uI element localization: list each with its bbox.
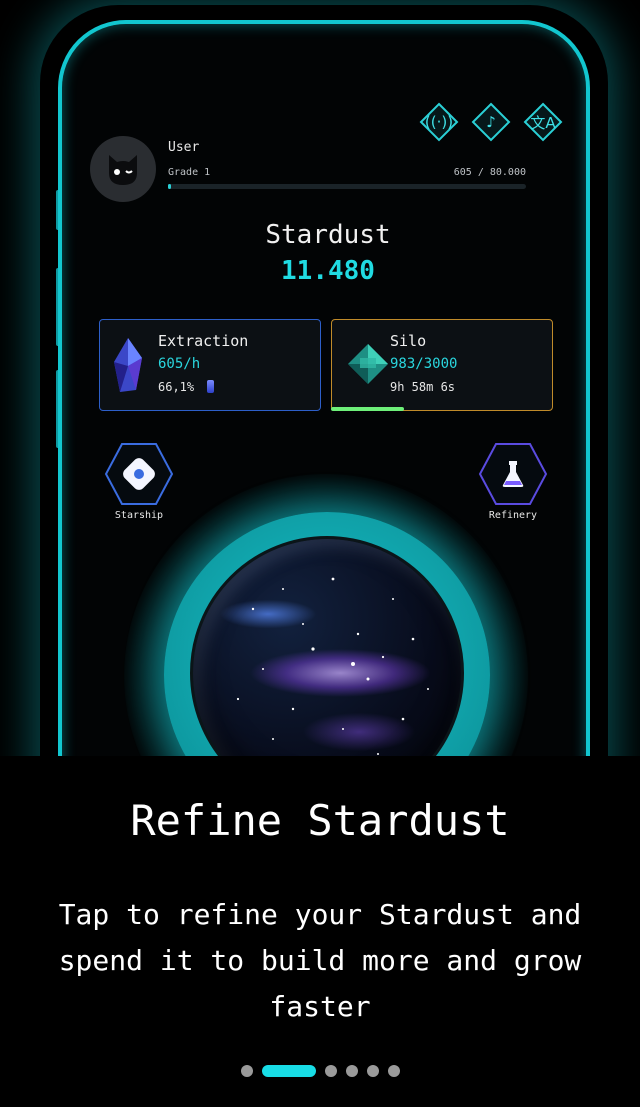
starship-button[interactable] xyxy=(104,442,174,506)
xp-progress-bar xyxy=(168,184,526,189)
flask-icon xyxy=(502,461,524,487)
battery-icon xyxy=(207,380,215,393)
silo-progress-fill xyxy=(331,407,405,411)
extraction-boost: 66,1% xyxy=(158,380,195,394)
refinery-label: Refinery xyxy=(488,510,538,521)
page-dot[interactable] xyxy=(387,1065,400,1077)
page-dot-active[interactable] xyxy=(261,1065,316,1077)
broadcast-icon: ((·)) xyxy=(424,113,454,131)
onboarding-title: Refine Stardust xyxy=(130,796,510,845)
top-icon-bar: ((·)) ♪ 文A xyxy=(418,102,564,142)
music-note-icon: ♪ xyxy=(486,113,496,131)
xp-counter: 605 / 80.000 xyxy=(453,167,526,178)
cat-mask-icon xyxy=(109,155,137,185)
silo-progress-bar xyxy=(331,407,553,411)
extraction-rate: 605/h xyxy=(158,356,201,372)
onboarding-description: Tap to refine your Stardust and spend it… xyxy=(58,898,582,1023)
page-dot[interactable] xyxy=(240,1065,253,1077)
xp-progress-fill xyxy=(168,184,171,189)
silo-title: Silo xyxy=(390,332,427,350)
refinery-button[interactable] xyxy=(478,442,548,506)
crystal-icon xyxy=(114,338,142,392)
translate-icon: 文A xyxy=(530,113,556,132)
silo-capacity: 983/3000 xyxy=(390,356,458,372)
silo-card[interactable]: Silo 983/3000 9h 58m 6s xyxy=(331,319,553,411)
language-button[interactable]: 文A xyxy=(522,102,564,142)
avatar[interactable] xyxy=(90,136,156,202)
stardust-label: Stardust xyxy=(265,220,391,250)
music-button[interactable]: ♪ xyxy=(470,102,512,142)
page-indicator xyxy=(0,1065,640,1077)
page-dot[interactable] xyxy=(345,1065,358,1077)
starship-label: Starship xyxy=(114,510,164,521)
page-dot[interactable] xyxy=(366,1065,379,1077)
user-grade: Grade 1 xyxy=(168,167,211,178)
user-name: User xyxy=(168,140,200,155)
page-dot[interactable] xyxy=(324,1065,337,1077)
sound-button[interactable]: ((·)) xyxy=(418,102,460,142)
silo-timer: 9h 58m 6s xyxy=(390,380,456,394)
extraction-title: Extraction xyxy=(158,332,249,350)
extraction-card[interactable]: Extraction 605/h 66,1% xyxy=(99,319,321,411)
stardust-value: 11.480 xyxy=(281,256,375,286)
silo-gem-icon xyxy=(348,344,388,384)
